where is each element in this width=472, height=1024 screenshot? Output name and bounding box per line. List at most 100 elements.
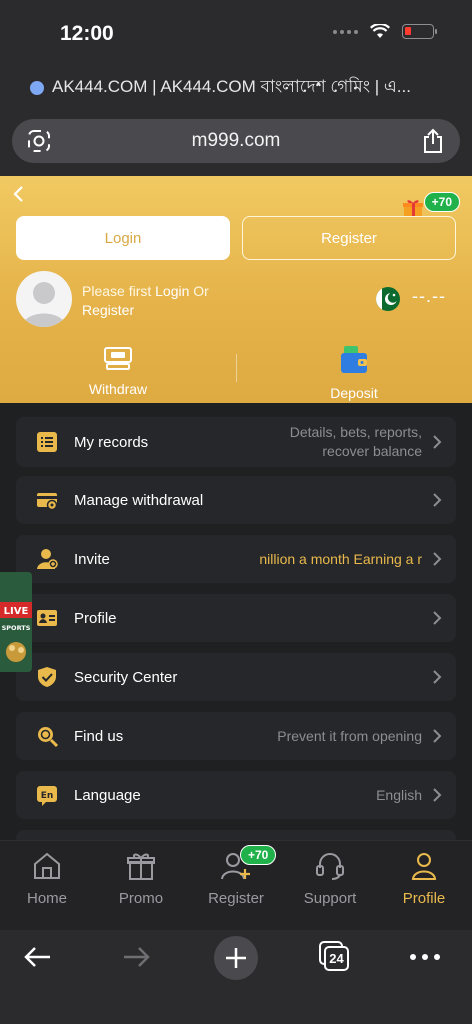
menu-item-my-records[interactable]: My records Details, bets, reports, recove… (16, 417, 456, 467)
headset-icon (316, 853, 344, 880)
find-us-icon (38, 727, 58, 747)
home-icon (34, 852, 60, 879)
prompt-prefix: Please first (82, 283, 152, 299)
svg-text:En: En (41, 791, 54, 801)
action-divider (236, 354, 237, 382)
menu-item-label: Manage withdrawal (74, 491, 204, 509)
menu-item-label: Language (74, 786, 141, 804)
chevron-right-icon (433, 729, 442, 743)
menu-item-desc: English (376, 786, 422, 803)
invite-icon (37, 549, 58, 569)
login-prompt: Please first Login Or Register (82, 282, 209, 320)
menu-item-invite[interactable]: Invite nillion a month Earning a r (16, 535, 456, 583)
bottom-nav: Home Promo +70 Register Support Profile (0, 840, 472, 930)
shield-icon (38, 667, 56, 687)
browser-chrome: 12:00 AK444.COM | AK444.COM বাংলাদেশ গেম… (0, 0, 472, 176)
new-tab-icon[interactable] (213, 935, 259, 981)
withdraw-label: Withdraw (88, 381, 148, 397)
live-sports-ad[interactable]: LIVE SPORTS (0, 572, 32, 672)
menu-item-label: Profile (74, 609, 117, 627)
chevron-right-icon (433, 788, 442, 802)
menu-item-profile[interactable]: Profile (16, 594, 456, 642)
signal-icon (333, 29, 358, 34)
nav-register-badge: +70 (240, 845, 277, 865)
live-sports-banner-icon: LIVE SPORTS (0, 572, 32, 672)
live-ad-line1: LIVE (4, 606, 29, 617)
deposit-label: Deposit (330, 385, 378, 401)
menu-item-security-center[interactable]: Security Center (16, 653, 456, 701)
forward-arrow-icon[interactable] (120, 942, 152, 972)
bonus-amount: +70 (423, 192, 460, 212)
desc-line-1: Details, bets, reports, (289, 424, 422, 440)
chevron-right-icon (433, 552, 442, 566)
live-ad-line2: SPORTS (2, 624, 31, 632)
nav-support[interactable]: Support (290, 851, 370, 907)
nav-label: Support (303, 890, 357, 907)
nav-label: Promo (118, 890, 164, 907)
withdraw-action[interactable]: Withdraw (68, 346, 168, 397)
menu-item-label: My records (74, 433, 149, 451)
address-bar[interactable]: m999.com (12, 119, 460, 163)
records-icon (37, 432, 57, 452)
avatar-placeholder-icon (22, 282, 66, 327)
battery-icon (402, 24, 437, 39)
back-chevron-icon[interactable] (12, 184, 26, 204)
menu-item-find-us[interactable]: Find us Prevent it from opening (16, 712, 456, 760)
browser-toolbar: 24 (0, 930, 472, 1024)
invite-marquee-text: nillion a month Earning a r (259, 550, 422, 567)
gift-icon (402, 200, 423, 217)
status-time: 12:00 (60, 22, 114, 45)
pakistan-flag-icon (376, 287, 400, 311)
register-button[interactable]: Register (242, 216, 456, 260)
nav-home[interactable]: Home (7, 851, 87, 907)
more-icon[interactable] (408, 952, 442, 962)
bonus-badge[interactable]: +70 (402, 192, 460, 217)
chevron-right-icon (433, 435, 442, 449)
nav-register[interactable]: +70 Register (196, 845, 277, 907)
menu-list: My records Details, bets, reports, recove… (0, 403, 472, 840)
nav-profile[interactable]: Profile (384, 851, 464, 907)
wallet-icon (341, 346, 367, 373)
deposit-action[interactable]: Deposit (304, 344, 404, 401)
login-button[interactable]: Login (16, 216, 230, 260)
nav-label: Profile (402, 890, 446, 907)
tab-title-text: AK444.COM | AK444.COM বাংলাদেশ গেমিং | এ… (52, 77, 411, 96)
user-icon (411, 853, 437, 880)
prompt-or: Or (193, 283, 209, 299)
menu-item-label: Security Center (74, 668, 178, 686)
menu-item-label: Find us (74, 727, 124, 745)
withdraw-icon (104, 347, 132, 370)
menu-item-partial (16, 830, 456, 840)
chevron-right-icon (433, 611, 442, 625)
url-text: m999.com (191, 130, 281, 151)
wifi-icon (370, 24, 390, 38)
desc-line-2: recover balance (322, 443, 422, 459)
avatar[interactable] (16, 271, 72, 327)
tab-title[interactable]: AK444.COM | AK444.COM বাংলাদেশ গেমিং | এ… (30, 74, 450, 102)
gift-icon (127, 853, 155, 880)
language-icon: En (37, 786, 57, 806)
balance-value: --.-- (412, 286, 446, 306)
profile-card-icon (37, 610, 57, 626)
prompt-login-link[interactable]: Login (155, 283, 189, 299)
menu-item-language[interactable]: En Language English (16, 771, 456, 819)
nav-promo[interactable]: Promo (101, 851, 181, 907)
nav-label: Register (208, 890, 264, 907)
nav-badge-text: +70 (240, 845, 277, 865)
chevron-right-icon (433, 493, 442, 507)
chevron-right-icon (433, 670, 442, 684)
status-icons (333, 24, 437, 39)
page-settings-icon[interactable] (26, 128, 52, 154)
withdrawal-card-icon (37, 493, 58, 511)
menu-item-manage-withdrawal[interactable]: Manage withdrawal (16, 476, 456, 524)
back-arrow-icon[interactable] (22, 942, 54, 972)
prompt-register-link[interactable]: Register (82, 302, 134, 318)
menu-item-label: Invite (74, 550, 110, 568)
favicon-icon (30, 81, 44, 95)
tabs-button[interactable]: 24 (318, 940, 350, 972)
menu-item-desc: Details, bets, reports, recover balance (290, 423, 422, 461)
profile-header: +70 Login Register Please first Login Or… (0, 176, 472, 403)
menu-item-desc: Prevent it from opening (277, 727, 422, 744)
tab-count: 24 (329, 951, 344, 966)
share-icon[interactable] (422, 128, 444, 154)
